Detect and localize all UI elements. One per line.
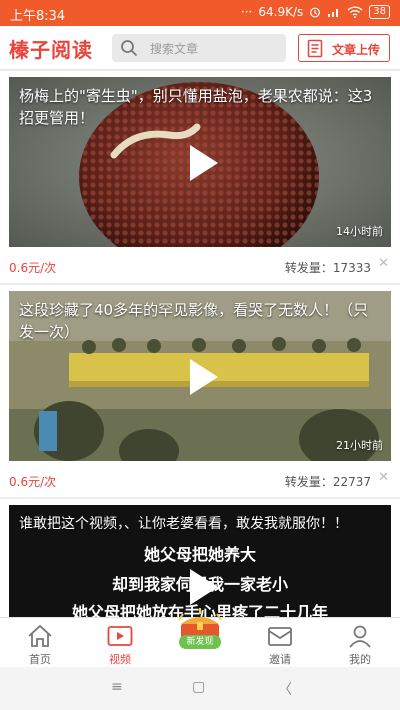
document-icon [307,39,323,58]
upload-label: 文章上传 [332,43,381,57]
app-logo: 榛子阅读 [9,38,93,62]
tab-label: 首页 [29,653,51,666]
video-thumbnail[interactable]: 这段珍藏了40多年的罕见影像，看哭了无数人！（只发一次） 21小时前 [9,291,391,461]
tab-discover[interactable]: 新发现 [160,608,240,668]
post-age: 21小时前 [336,439,383,452]
search-placeholder: 搜索文章 [150,42,199,56]
tab-profile[interactable]: 我的 [320,618,400,668]
play-icon[interactable] [180,565,224,609]
tab-label: 新发现 [179,635,221,649]
network-speed: 64.9K/s [258,5,304,19]
share-count: 转发量：22737 [284,475,371,489]
home-icon [28,624,52,647]
envelope-icon [268,627,292,646]
battery-indicator: 38 [369,5,390,19]
tab-label: 视频 [109,653,131,666]
video-subtitle: 她父母把她养大 [143,545,256,564]
video-feed: 杨梅上的"寄生虫"，别只懂用盐泡，老果农都说：这3招更管用！ 14小时前 0.6… [0,71,400,617]
clock: 上午8:34 [10,9,66,24]
video-icon [107,626,133,646]
dismiss-icon[interactable]: ✕ [378,470,389,485]
feed-card[interactable]: 谁敢把这个视频，、让你老婆看看，敢发我就服你！！ 她父母把她养大 却到我家伺候我… [0,499,400,617]
tab-label: 我的 [349,653,371,666]
signal-dots: ··· [240,5,253,19]
system-nav-bar: ≡ ▢ 〈 [0,667,400,710]
search-icon [121,40,138,57]
tab-label: 邀请 [269,653,291,666]
tab-invite[interactable]: 邀请 [240,618,320,668]
upload-article-button[interactable]: 文章上传 [298,34,390,62]
search-bar[interactable]: 搜索文章 [112,34,286,62]
tab-home[interactable]: 首页 [0,618,80,668]
video-thumbnail[interactable]: 杨梅上的"寄生虫"，别只懂用盐泡，老果农都说：这3招更管用！ 14小时前 [9,77,391,247]
play-icon[interactable] [180,141,224,185]
bottom-tab-bar: 首页 视频 新发现 邀请 我的 [0,608,400,668]
price-label: 0.6元/次 [9,261,57,275]
feed-card[interactable]: 杨梅上的"寄生虫"，别只懂用盐泡，老果农都说：这3招更管用！ 14小时前 0.6… [0,71,400,283]
video-thumbnail[interactable]: 谁敢把这个视频，、让你老婆看看，敢发我就服你！！ 她父母把她养大 却到我家伺候我… [9,505,391,617]
card-meta: 0.6元/次 转发量：17333 ✕ [9,251,391,281]
signal-icon [328,9,339,17]
status-bar: 上午8:34 ··· 64.9K/s 38 [0,0,400,26]
play-icon[interactable] [180,355,224,399]
discover-badge: 新发现 [171,608,229,652]
wifi-icon [347,6,363,18]
dismiss-icon[interactable]: ✕ [378,256,389,271]
card-meta: 0.6元/次 转发量：22737 ✕ [9,465,391,495]
app-header: 榛子阅读 搜索文章 文章上传 [0,26,400,70]
back-icon[interactable]: 〈 [278,679,292,699]
alarm-icon [310,7,321,18]
video-title: 这段珍藏了40多年的罕见影像，看哭了无数人！（只发一次） [19,301,369,341]
video-title: 杨梅上的"寄生虫"，别只懂用盐泡，老果农都说：这3招更管用！ [19,87,373,127]
menu-icon[interactable]: ≡ [111,679,123,695]
user-icon [349,625,371,648]
price-label: 0.6元/次 [9,475,57,489]
share-count: 转发量：17333 [284,261,371,275]
feed-card[interactable]: 这段珍藏了40多年的罕见影像，看哭了无数人！（只发一次） 21小时前 0.6元/… [0,285,400,497]
post-age: 14小时前 [336,225,383,238]
status-icons: ··· 64.9K/s 38 [241,5,390,19]
home-nav-icon[interactable]: ▢ [192,679,205,695]
video-title: 谁敢把这个视频，、让你老婆看看，敢发我就服你！！ [19,516,348,532]
tab-video[interactable]: 视频 [80,618,160,668]
